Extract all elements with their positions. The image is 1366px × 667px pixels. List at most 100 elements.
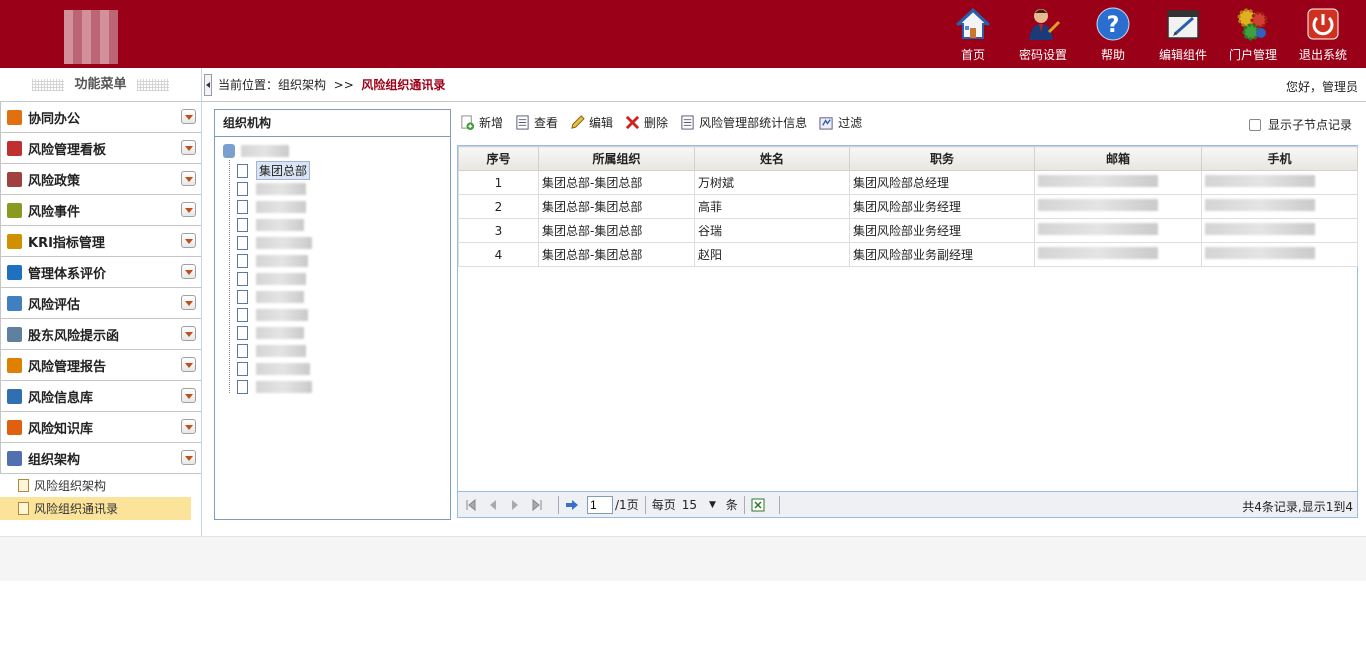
sidebar-item[interactable]: 风险政策	[0, 164, 201, 195]
tree-node[interactable]	[237, 234, 312, 251]
chevron-down-icon[interactable]	[181, 233, 196, 248]
show-child-records-checkbox[interactable]: 显示子节点记录	[1248, 116, 1352, 133]
tree-node[interactable]	[237, 306, 308, 323]
chevron-down-icon: ▼	[708, 499, 716, 510]
sidebar-item[interactable]: 风险信息库	[0, 381, 201, 412]
sidebar-subitem-org-structure[interactable]: 风险组织架构	[0, 474, 191, 497]
cell-name: 谷瑞	[694, 218, 850, 243]
chevron-down-icon[interactable]	[181, 357, 196, 372]
sidebar-item[interactable]: 组织架构	[0, 443, 201, 474]
nav-portal[interactable]: 门户管理	[1218, 6, 1288, 64]
delete-button[interactable]: 删除	[625, 114, 668, 131]
sidebar-title: 功能菜单	[0, 68, 201, 102]
table-row[interactable]: 3 集团总部-集团总部 谷瑞 集团风险部业务经理	[458, 218, 1358, 243]
cell-title: 集团风险部业务经理	[849, 194, 1035, 219]
tree-node[interactable]	[237, 324, 304, 341]
logo	[64, 10, 118, 64]
per-page-select[interactable]: 15 ▼	[682, 498, 724, 512]
tree-root[interactable]	[223, 144, 289, 158]
footer-bar	[0, 536, 1366, 581]
sidebar-item[interactable]: 协同办公	[0, 102, 201, 133]
add-button[interactable]: 新增	[460, 114, 503, 131]
export-excel-icon[interactable]	[751, 498, 765, 512]
tree-node[interactable]	[237, 180, 306, 197]
chevron-down-icon[interactable]	[181, 450, 196, 465]
go-arrow-icon[interactable]	[565, 498, 579, 512]
tree-root-label	[241, 145, 289, 157]
chevron-down-icon[interactable]	[181, 202, 196, 217]
checkbox[interactable]	[1248, 118, 1261, 131]
document-icon	[237, 325, 248, 340]
table-row[interactable]: 2 集团总部-集团总部 高菲 集团风险部业务经理	[458, 194, 1358, 219]
tree-node[interactable]	[237, 270, 306, 287]
cell-no: 4	[458, 242, 539, 267]
tree-node[interactable]	[237, 198, 306, 215]
sidebar-item[interactable]: KRI指标管理	[0, 226, 201, 257]
tree-node[interactable]	[237, 216, 304, 233]
column-header[interactable]: 所属组织	[538, 146, 695, 171]
first-page-icon[interactable]	[464, 498, 478, 512]
sidebar-item[interactable]: 管理体系评价	[0, 257, 201, 288]
nav-logout-label: 退出系统	[1298, 48, 1347, 62]
column-header[interactable]: 序号	[458, 146, 539, 171]
cell-name: 万树斌	[694, 170, 850, 195]
menu-icon	[7, 326, 22, 342]
sidebar-item[interactable]: 股东风险提示函	[0, 319, 201, 350]
edit-component-icon	[1167, 10, 1199, 39]
cell-title: 集团风险部总经理	[849, 170, 1035, 195]
tree-node[interactable]	[237, 252, 308, 269]
stats-button[interactable]: 风险管理部统计信息	[680, 114, 807, 131]
cell-title: 集团风险部业务副经理	[849, 242, 1035, 267]
tree-node[interactable]	[237, 288, 304, 305]
cell-org: 集团总部-集团总部	[538, 170, 695, 195]
chevron-down-icon[interactable]	[181, 264, 196, 279]
chevron-down-icon[interactable]	[181, 140, 196, 155]
page-number-input[interactable]	[587, 495, 613, 514]
sidebar-subitem-org-directory[interactable]: 风险组织通讯录	[0, 497, 191, 520]
tree-node[interactable]	[237, 378, 312, 395]
chevron-down-icon[interactable]	[181, 109, 196, 124]
edit-button[interactable]: 编辑	[570, 114, 613, 131]
chevron-down-icon[interactable]	[181, 388, 196, 403]
nav-help[interactable]: ? 帮助	[1078, 6, 1148, 64]
org-tree-title: 组织机构	[215, 110, 450, 137]
nav-password[interactable]: 密码设置	[1008, 6, 1078, 64]
table-body: 1 集团总部-集团总部 万树斌 集团风险部总经理 2 集团总部-集团总部 高菲 集团风险部业务…	[458, 170, 1358, 267]
sidebar-item[interactable]: 风险事件	[0, 195, 201, 226]
chevron-down-icon[interactable]	[181, 419, 196, 434]
cell-email	[1034, 218, 1202, 243]
last-page-icon[interactable]	[530, 498, 544, 512]
cell-no: 2	[458, 194, 539, 219]
view-button[interactable]: 查看	[515, 114, 558, 131]
chevron-down-icon[interactable]	[181, 295, 196, 310]
next-page-icon[interactable]	[508, 498, 522, 512]
tree-node[interactable]	[237, 342, 306, 359]
chevron-down-icon[interactable]	[181, 326, 196, 341]
chevron-down-icon[interactable]	[181, 171, 196, 186]
nav-home[interactable]: 首页	[938, 6, 1008, 64]
cell-name: 赵阳	[694, 242, 850, 267]
nav-logout[interactable]: 退出系统	[1288, 6, 1358, 64]
collapse-sidebar-toggle[interactable]	[204, 73, 212, 96]
sidebar-item[interactable]: 风险知识库	[0, 412, 201, 443]
table-row[interactable]: 1 集团总部-集团总部 万树斌 集团风险部总经理	[458, 170, 1358, 195]
column-header[interactable]: 职务	[849, 146, 1035, 171]
sidebar-item[interactable]: 风险管理看板	[0, 133, 201, 164]
document-icon	[18, 479, 29, 492]
filter-button[interactable]: 过滤	[819, 114, 862, 131]
table-header: 序号 所属组织 姓名 职务 邮箱 手机	[458, 146, 1358, 171]
tree-node-selected[interactable]: 集团总部	[237, 161, 311, 180]
column-header[interactable]: 姓名	[694, 146, 850, 171]
menu-icon	[7, 388, 22, 404]
column-header[interactable]: 手机	[1201, 146, 1358, 171]
table-row[interactable]: 4 集团总部-集团总部 赵阳 集团风险部业务副经理	[458, 242, 1358, 267]
nav-edit-component[interactable]: 编辑组件	[1148, 6, 1218, 64]
cell-phone	[1201, 242, 1358, 267]
sidebar-item[interactable]: 风险管理报告	[0, 350, 201, 381]
sidebar-item[interactable]: 风险评估	[0, 288, 201, 319]
list-icon	[516, 115, 529, 130]
prev-page-icon[interactable]	[486, 498, 500, 512]
tree-node[interactable]	[237, 360, 310, 377]
column-header[interactable]: 邮箱	[1034, 146, 1202, 171]
nav-password-label: 密码设置	[1018, 48, 1067, 62]
